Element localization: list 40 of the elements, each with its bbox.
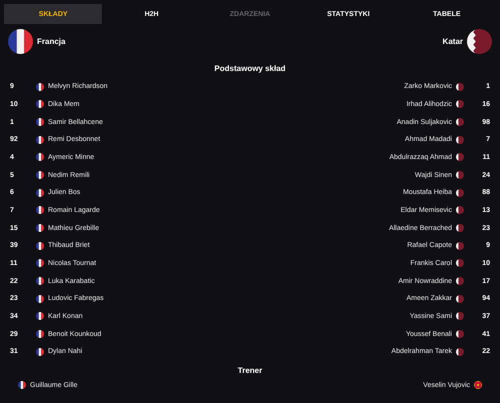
flag-icon xyxy=(456,277,464,286)
flag-icon xyxy=(36,312,44,320)
flag-icon xyxy=(456,330,464,338)
flag-icon xyxy=(456,153,464,162)
flag-icon xyxy=(36,242,44,250)
flag-icon xyxy=(456,348,464,356)
flag-icon xyxy=(456,312,464,320)
flag-icon xyxy=(36,330,44,338)
flag-icon xyxy=(456,136,464,144)
flag-icon xyxy=(474,381,482,390)
flag-icon xyxy=(456,188,464,197)
flag-icon xyxy=(36,348,44,356)
flag-icon xyxy=(467,28,492,54)
flag-icon xyxy=(36,118,44,126)
flag-icon xyxy=(18,381,26,390)
flag-icon xyxy=(36,224,44,232)
team-name: Katar xyxy=(442,36,463,46)
flag-icon xyxy=(456,118,464,126)
flag-icon xyxy=(456,171,464,180)
flag-icon xyxy=(36,100,44,108)
flag-icon xyxy=(456,294,464,303)
flag-icon xyxy=(456,224,464,232)
flag-icon xyxy=(36,277,44,286)
flag-icon xyxy=(36,153,44,162)
flag-icon xyxy=(36,206,44,214)
flag-icon xyxy=(36,188,44,197)
flag-icon xyxy=(36,136,44,144)
team-name: Francja xyxy=(37,36,66,46)
flag-icon xyxy=(36,294,44,303)
flag-icon xyxy=(36,82,44,91)
flag-icon xyxy=(456,242,464,250)
flag-icon xyxy=(456,100,464,108)
flag-icon xyxy=(456,206,464,214)
flag-icon xyxy=(456,82,464,91)
section-title: Podstawowy skład xyxy=(213,64,287,73)
flag-icon xyxy=(36,171,44,180)
flag-icon xyxy=(36,259,44,268)
flag-icon xyxy=(8,28,33,54)
flag-icon xyxy=(456,259,464,268)
section-title: Trener xyxy=(236,366,264,374)
